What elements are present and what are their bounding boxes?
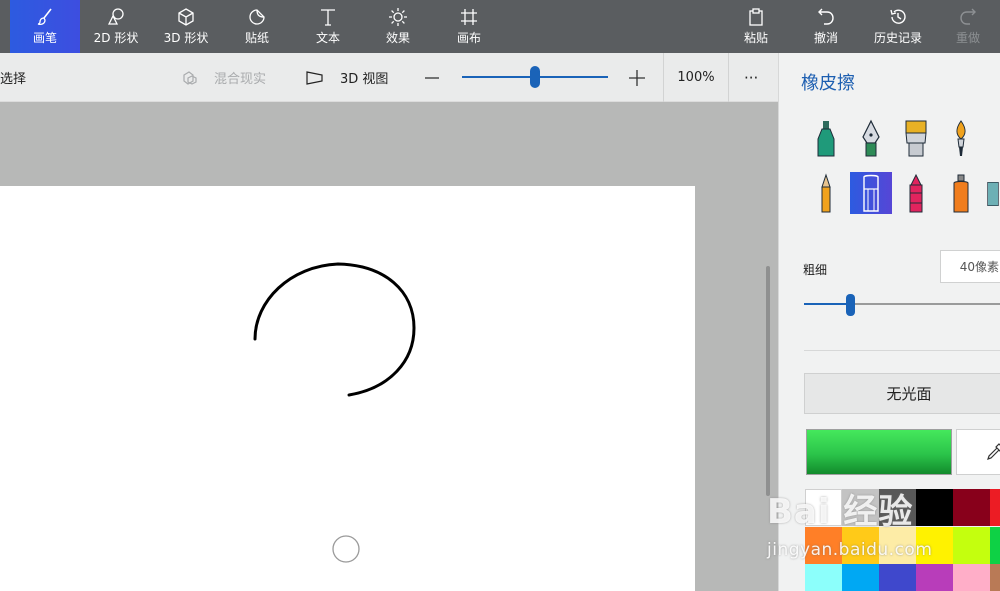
drawing-canvas[interactable]	[0, 186, 695, 591]
mixed-reality-button[interactable]: 混合现实	[182, 53, 266, 102]
drawn-arc-stroke	[253, 262, 416, 397]
vertical-scrollbar[interactable]	[766, 266, 770, 496]
text-icon	[318, 7, 338, 27]
palette-swatch[interactable]	[953, 527, 990, 564]
text-label: 文本	[315, 31, 340, 45]
pencil-tool[interactable]	[805, 172, 847, 214]
palette-swatch[interactable]	[953, 564, 990, 591]
mixed-reality-label: 混合现实	[214, 72, 267, 87]
zoom-in-button[interactable]	[628, 53, 646, 102]
select-button[interactable]: 选择	[0, 53, 26, 102]
thickness-label: 粗细	[803, 263, 828, 277]
pencil-icon	[821, 173, 831, 213]
brush-icon	[35, 7, 55, 27]
brushes-button[interactable]: 画笔	[10, 0, 80, 53]
canvas-crop-icon	[459, 7, 479, 27]
palette-swatch[interactable]	[842, 564, 879, 591]
palette-swatch[interactable]	[990, 527, 1000, 564]
marker-tool[interactable]	[805, 117, 847, 159]
finish-dropdown[interactable]: 无光面	[804, 373, 1000, 414]
secondary-toolbar: 选择 混合现实 3D 视图 100% ···	[0, 53, 778, 102]
canvas-button[interactable]: 画布	[434, 0, 504, 53]
pixel-pen-tool[interactable]	[985, 172, 1000, 214]
eraser-icon	[863, 174, 879, 212]
view-3d-label: 3D 视图	[340, 72, 389, 87]
history-icon	[888, 7, 908, 27]
watermark-url: jingyan.baidu.com	[767, 540, 933, 560]
panel-title: 橡皮擦	[801, 73, 855, 94]
palette-swatch[interactable]	[916, 489, 953, 526]
effects-label: 效果	[385, 31, 410, 45]
oil-brush-tool[interactable]	[895, 117, 937, 159]
palette-swatch[interactable]	[805, 564, 842, 591]
eraser-cursor	[332, 535, 360, 563]
thickness-input[interactable]: 40像素	[940, 250, 1000, 283]
brushes-label: 画笔	[32, 31, 57, 45]
shapes-3d-label: 3D 形状	[163, 31, 209, 45]
eraser-tool[interactable]	[850, 172, 892, 214]
effects-button[interactable]: 效果	[364, 0, 432, 53]
view-3d-icon	[306, 70, 324, 86]
calligraphy-pen-icon	[862, 119, 880, 157]
paste-label: 粘贴	[743, 31, 768, 45]
palette-swatch[interactable]	[990, 489, 1000, 526]
thickness-slider-track[interactable]	[851, 303, 1000, 305]
zoom-slider-thumb[interactable]	[530, 66, 540, 88]
panel-divider	[804, 350, 1000, 351]
shapes-2d-button[interactable]: 2D 形状	[82, 0, 150, 53]
redo-label: 重做	[955, 31, 980, 45]
palette-swatch[interactable]	[953, 489, 990, 526]
watermark-logo-text: Bai 经验	[767, 492, 914, 532]
watercolor-icon	[956, 120, 966, 156]
baidu-watermark: Bai 经验 jingyan.baidu.com	[767, 484, 932, 560]
spray-can-tool[interactable]	[940, 172, 982, 214]
clipboard-icon	[746, 7, 766, 27]
current-color-swatch[interactable]	[806, 429, 952, 475]
oil-brush-icon	[905, 120, 927, 157]
select-label: 选择	[0, 72, 27, 87]
shapes-2d-icon	[106, 7, 126, 27]
plus-icon	[629, 69, 645, 86]
shapes-2d-label: 2D 形状	[93, 31, 139, 45]
eyedropper-button[interactable]	[956, 429, 1000, 475]
sun-icon	[388, 7, 408, 27]
cube-icon	[176, 7, 196, 27]
crayon-icon	[909, 173, 923, 213]
zoom-out-button[interactable]	[424, 53, 440, 102]
spray-can-icon	[953, 174, 969, 213]
redo-icon	[958, 7, 978, 27]
shapes-3d-button[interactable]: 3D 形状	[152, 0, 220, 53]
text-button[interactable]: 文本	[294, 0, 362, 53]
paste-button[interactable]: 粘贴	[726, 0, 786, 53]
undo-icon	[816, 7, 836, 27]
zoom-percentage[interactable]: 100%	[663, 53, 729, 102]
undo-button[interactable]: 撤消	[796, 0, 856, 53]
calligraphy-pen-tool[interactable]	[850, 117, 892, 159]
thickness-slider-fill[interactable]	[804, 303, 851, 305]
palette-swatch[interactable]	[916, 564, 953, 591]
stickers-button[interactable]: 贴纸	[222, 0, 292, 53]
undo-label: 撤消	[813, 31, 838, 45]
eyedropper-icon	[987, 443, 1000, 460]
history-label: 历史记录	[873, 31, 922, 45]
palette-swatch[interactable]	[879, 564, 916, 591]
top-toolbar: 画笔 2D 形状 3D 形状 贴纸 文本 效果 画布 粘贴 撤消 历史记录 重做	[0, 0, 1000, 53]
watercolor-tool[interactable]	[940, 117, 982, 159]
canvas-label: 画布	[456, 31, 481, 45]
minus-icon	[425, 76, 439, 79]
palette-swatch[interactable]	[990, 564, 1000, 591]
redo-button[interactable]: 重做	[940, 0, 996, 53]
mixed-reality-icon	[182, 70, 198, 86]
crayon-tool[interactable]	[895, 172, 937, 214]
stickers-label: 贴纸	[244, 31, 269, 45]
history-button[interactable]: 历史记录	[862, 0, 934, 53]
more-options-button[interactable]: ···	[744, 53, 758, 102]
thickness-slider-thumb[interactable]	[846, 294, 855, 316]
sticker-icon	[247, 7, 267, 27]
pixel-pen-icon	[987, 182, 999, 206]
view-3d-button[interactable]: 3D 视图	[306, 53, 388, 102]
marker-icon	[817, 121, 835, 157]
